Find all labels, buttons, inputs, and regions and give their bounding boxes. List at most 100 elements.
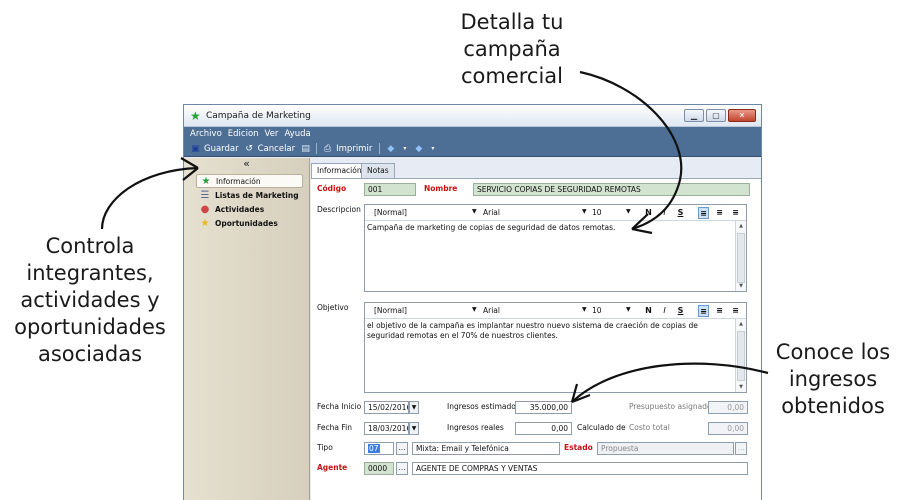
- ingresos-estimados-field[interactable]: 35.000,00: [515, 401, 572, 414]
- fecha-inicio-field[interactable]: 15/02/2016: [364, 401, 409, 414]
- calendar-dropdown-icon[interactable]: ▼: [409, 422, 419, 435]
- cancel-button[interactable]: Cancelar: [258, 144, 296, 154]
- chevron-down-icon[interactable]: ▼: [472, 208, 477, 215]
- chevron-down-icon[interactable]: ▼: [582, 208, 587, 215]
- tipo-lookup-button[interactable]: …: [396, 442, 408, 455]
- align-left-icon[interactable]: ≡: [698, 305, 709, 317]
- tipo-code-field[interactable]: 07: [364, 442, 394, 455]
- content-area: Información Notas Código 001 Nombre SERV…: [311, 158, 761, 500]
- menu-edicion[interactable]: Edicion: [228, 129, 259, 139]
- tab-informacion[interactable]: Información: [311, 163, 368, 179]
- opportunity-star-icon: ★: [200, 217, 210, 229]
- collapse-panel-button[interactable]: «: [184, 158, 309, 170]
- toolbar-separator: [379, 143, 381, 154]
- scroll-up-icon[interactable]: ▲: [736, 319, 746, 329]
- menu-archivo[interactable]: Archivo: [190, 129, 222, 139]
- bold-button[interactable]: N: [643, 207, 654, 219]
- style-select[interactable]: [Normal]: [374, 306, 407, 315]
- navigation-panel: « ★ Información ☰ Listas de Marketing ● …: [184, 158, 310, 500]
- bold-button[interactable]: N: [643, 305, 654, 317]
- scroll-thumb[interactable]: [737, 331, 745, 381]
- tab-notas[interactable]: Notas: [361, 163, 395, 178]
- align-left-icon[interactable]: ≡: [698, 207, 709, 219]
- agente-field[interactable]: AGENTE DE COMPRAS Y VENTAS: [412, 462, 748, 475]
- size-select[interactable]: 10: [592, 306, 602, 315]
- window-body: « ★ Información ☰ Listas de Marketing ● …: [184, 158, 761, 500]
- save-icon[interactable]: ▣: [190, 144, 201, 154]
- print-button[interactable]: Imprimir: [336, 144, 372, 154]
- nav-item-oportunidades[interactable]: ★ Oportunidades: [196, 216, 303, 230]
- calendar-dropdown-icon[interactable]: ▼: [409, 401, 419, 414]
- calculado-label: Calculado de: [577, 423, 626, 432]
- chevron-down-icon[interactable]: ▼: [582, 306, 587, 313]
- callout-top: Detalla tu campaña comercial: [442, 9, 582, 90]
- strike-button[interactable]: S: [675, 305, 686, 317]
- chevron-down-icon[interactable]: ▼: [626, 306, 631, 313]
- previous-record-icon[interactable]: ◆: [385, 144, 396, 154]
- estado-lookup-button[interactable]: …: [735, 442, 747, 455]
- descripcion-editor[interactable]: [Normal] ▼ Arial ▼ 10 ▼ N I S ≡ ≡ ≡ Camp…: [364, 204, 747, 292]
- callout-left-line: Controla: [45, 234, 135, 258]
- callout-left-line: integrantes,: [26, 261, 154, 285]
- fecha-fin-field[interactable]: 18/03/2016: [364, 422, 409, 435]
- menu-ver[interactable]: Ver: [265, 129, 279, 139]
- save-copy-icon[interactable]: ▤: [300, 144, 311, 154]
- callout-left-line: oportunidades: [14, 315, 166, 339]
- objetivo-format-toolbar: [Normal] ▼ Arial ▼ 10 ▼ N I S ≡ ≡ ≡: [365, 303, 746, 319]
- agente-code-field[interactable]: 0000: [364, 462, 394, 475]
- font-select[interactable]: Arial: [483, 208, 500, 217]
- list-icon: ☰: [200, 189, 210, 201]
- nombre-field[interactable]: SERVICIO COPIAS DE SEGURIDAD REMOTAS: [473, 183, 750, 196]
- objetivo-editor[interactable]: [Normal] ▼ Arial ▼ 10 ▼ N I S ≡ ≡ ≡ el o…: [364, 302, 747, 393]
- objetivo-scrollbar[interactable]: ▲ ▼: [735, 319, 746, 392]
- align-center-icon[interactable]: ≡: [714, 305, 725, 317]
- scroll-up-icon[interactable]: ▲: [736, 221, 746, 231]
- codigo-label: Código: [317, 184, 347, 193]
- descripcion-text[interactable]: Campaña de marketing de copias de seguri…: [367, 223, 732, 233]
- scroll-down-icon[interactable]: ▼: [736, 281, 746, 291]
- estado-field[interactable]: Propuesta: [597, 442, 734, 455]
- agente-lookup-button[interactable]: …: [396, 462, 408, 475]
- align-center-icon[interactable]: ≡: [714, 207, 725, 219]
- minimize-button[interactable]: ▁: [684, 109, 704, 122]
- font-select[interactable]: Arial: [483, 306, 500, 315]
- nav-item-label: Oportunidades: [215, 218, 278, 228]
- chevron-down-icon[interactable]: ▼: [626, 208, 631, 215]
- dropdown-arrow-icon[interactable]: ▾: [427, 144, 438, 154]
- descripcion-label: Descripcion: [317, 205, 361, 214]
- close-button[interactable]: ✕: [728, 109, 756, 122]
- presupuesto-label: Presupuesto asignado: [629, 402, 712, 411]
- italic-button[interactable]: I: [659, 207, 670, 219]
- align-right-icon[interactable]: ≡: [730, 207, 741, 219]
- callout-left: Controla integrantes, actividades y opor…: [0, 233, 180, 368]
- toolbar-separator: [316, 143, 318, 154]
- print-icon[interactable]: ⎙: [322, 144, 333, 154]
- save-button[interactable]: Guardar: [204, 144, 239, 154]
- descripcion-scrollbar[interactable]: ▲ ▼: [735, 221, 746, 291]
- undo-icon[interactable]: ↺: [244, 144, 255, 154]
- ingresos-reales-field[interactable]: 0,00: [515, 422, 572, 435]
- next-record-icon[interactable]: ◆: [413, 144, 424, 154]
- style-select[interactable]: [Normal]: [374, 208, 407, 217]
- chevron-down-icon[interactable]: ▼: [472, 306, 477, 313]
- star-icon: ★: [201, 175, 211, 187]
- italic-button[interactable]: I: [659, 305, 670, 317]
- strike-button[interactable]: S: [675, 207, 686, 219]
- tipo-field[interactable]: Mixta: Email y Telefónica: [412, 442, 560, 455]
- scroll-thumb[interactable]: [737, 233, 745, 283]
- align-right-icon[interactable]: ≡: [730, 305, 741, 317]
- nav-item-listas-marketing[interactable]: ☰ Listas de Marketing: [196, 188, 303, 202]
- dropdown-arrow-icon[interactable]: ▾: [399, 144, 410, 154]
- nav-item-informacion[interactable]: ★ Información: [196, 174, 303, 188]
- window-title: Campaña de Marketing: [206, 110, 311, 121]
- nav-item-actividades[interactable]: ● Actividades: [196, 202, 303, 216]
- menu-ayuda[interactable]: Ayuda: [284, 129, 310, 139]
- tipo-code-value: 07: [368, 444, 380, 453]
- star-icon: ★: [190, 108, 201, 123]
- callout-right-line: Conoce los: [775, 340, 891, 364]
- scroll-down-icon[interactable]: ▼: [736, 382, 746, 392]
- maximize-button[interactable]: ▢: [706, 109, 726, 122]
- objetivo-text[interactable]: el objetivo de la campaña es implantar n…: [367, 321, 732, 340]
- codigo-field[interactable]: 001: [364, 183, 416, 196]
- size-select[interactable]: 10: [592, 208, 602, 217]
